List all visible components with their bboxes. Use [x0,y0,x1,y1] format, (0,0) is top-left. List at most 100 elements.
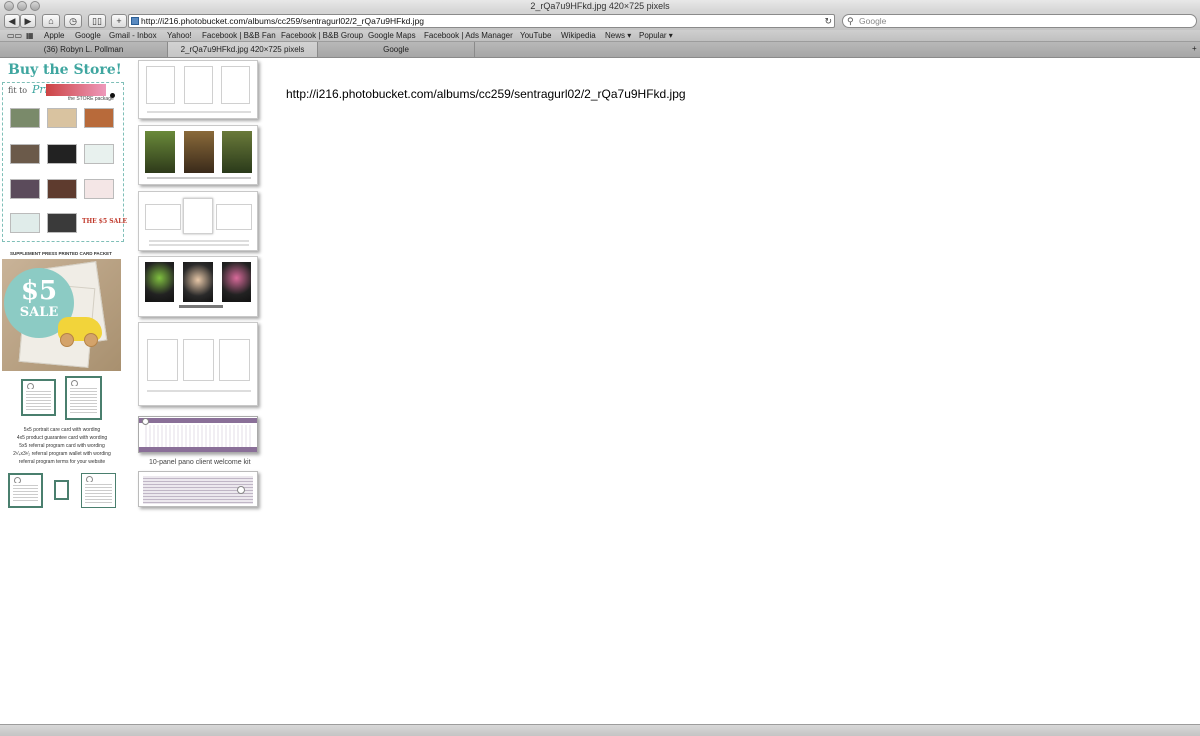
image-url-heading: http://i216.photobucket.com/albums/cc259… [286,87,686,101]
design-thumb [84,144,114,164]
dot-icon [110,93,115,98]
photo [184,131,214,173]
photo-frame [184,66,213,104]
ad-title: Buy the Store! [8,62,122,78]
caption-line [147,177,251,179]
site-favicon-icon [131,17,139,25]
address-bar[interactable]: http://i216.photobucket.com/albums/cc259… [128,14,835,28]
reading-list-icon[interactable]: ▭▭ [7,30,22,42]
bookmark-menu-news[interactable]: News ▾ [605,30,631,42]
bookmark-item[interactable]: Google Maps [368,30,416,42]
design-thumb [10,108,40,128]
bookmarks-button[interactable]: ▯▯ [88,14,106,28]
reload-icon[interactable]: ↻ [824,15,832,27]
design-thumb [47,213,77,233]
top-sites-icon[interactable]: ▦ [26,30,34,42]
back-button[interactable]: ◀ [4,14,20,28]
card-template [8,473,43,508]
back-arrow-icon: ◀ [8,16,16,26]
photo-frame [183,198,213,234]
caption-script [179,305,223,308]
photo-frame [219,339,250,381]
browser-toolbar: ◀ ▶ ⌂ ◷ ▯▯ + http://i216.photobucket.com… [0,12,1200,30]
pano-band [139,447,257,452]
bookmark-item[interactable]: Facebook | B&B Group [281,30,363,42]
photo-frame [146,66,175,104]
fit-to-label: fit to [8,86,28,95]
new-tab-icon[interactable]: + [1192,43,1197,55]
pano-kit-back-panel [138,471,258,507]
search-field[interactable]: ⚲ Google [842,14,1197,28]
store-banner-image [46,84,106,96]
bookmarks-bar: ▭▭ ▦ Apple Google Gmail - Inbox Yahoo! F… [0,30,1200,42]
add-bookmark-button[interactable]: + [111,14,127,28]
design-thumb [84,179,114,199]
bookmark-item[interactable]: Facebook | B&B Fan [202,30,276,42]
design-thumb [47,179,77,199]
design-thumb [10,213,40,233]
sale-promo-image: $5 SALE [2,259,121,371]
card-list-item: 5x5 portrait care card with wording [23,427,101,433]
pano-text-block [143,425,253,447]
album-spread-panel [138,322,258,406]
album-spread-panel [138,125,258,185]
caption-line [149,244,249,246]
design-thumb [10,144,40,164]
bookmark-item[interactable]: Yahoo! [167,30,192,42]
card-list: 5x5 portrait care card with wording 4x5 … [0,426,124,466]
bookmark-item[interactable]: Apple [44,30,64,42]
history-button[interactable]: ◷ [64,14,82,28]
forward-arrow-icon: ▶ [24,16,32,26]
toy-wheel [60,333,74,347]
book-icon: ▯▯ [92,16,102,26]
store-package-label: the STORE package [68,96,114,102]
card-lines [13,483,38,503]
tab-bar: (36) Robyn L. Pollman 2_rQa7u9HFkd.jpg 4… [0,42,1200,58]
status-bar [0,724,1200,736]
home-icon: ⌂ [48,16,54,26]
clock-icon: ◷ [69,16,77,26]
design-thumb [47,108,77,128]
caption-line [149,240,249,242]
design-thumb [10,179,40,199]
card-lines [85,482,112,504]
wallet-template [54,480,69,500]
card-lines [26,389,51,411]
title-bar: 2_rQa7u9HFkd.jpg 420×725 pixels [0,0,1200,12]
tab-google[interactable]: Google [318,42,475,57]
bookmark-item[interactable]: YouTube [520,30,551,42]
photo [222,131,252,173]
five-dollar-sale-tag: THE $5 SALE [82,218,128,225]
sale-amount: $5 [20,276,58,306]
photo [222,262,251,302]
card-list-item: 4x5 product guarantee card with wording [16,435,108,441]
bookmark-item[interactable]: Google [75,30,101,42]
tab-robyn-pollman[interactable]: (36) Robyn L. Pollman [0,42,168,57]
album-spread-panel [138,60,258,119]
caption-line [147,111,251,113]
album-spread-panel [138,256,258,317]
bookmark-item[interactable]: Wikipedia [561,30,596,42]
card-template [81,473,116,508]
plus-icon: + [116,16,122,26]
bookmark-item[interactable]: Facebook | Ads Manager [424,30,513,42]
bookmark-item[interactable]: Gmail - Inbox [109,30,157,42]
bookmark-menu-popular[interactable]: Popular ▾ [639,30,673,42]
supplement-label: SUPPLEMENT PRESS PRINTED CARD PACKET [10,251,112,256]
card-template [21,379,56,416]
forward-button[interactable]: ▶ [20,14,36,28]
card-list-item: 2¹⁄₄x3¹⁄₂ referral program wallet with w… [13,451,111,457]
pano-band [139,418,257,423]
toy-wheel [84,333,98,347]
photo [145,262,174,302]
window-title: 2_rQa7u9HFkd.jpg 420×725 pixels [530,1,670,11]
pano-kit-panel [138,416,258,453]
pano-circle [142,418,149,425]
photo-frame [221,66,250,104]
photo [145,131,175,173]
page-content: Buy the Store! fit to Print the STORE pa… [0,58,1200,724]
tab-image-active[interactable]: 2_rQa7u9HFkd.jpg 420×725 pixels [168,42,318,57]
album-spread-panel [138,191,258,251]
home-button[interactable]: ⌂ [42,14,60,28]
photo-frame [145,204,181,230]
